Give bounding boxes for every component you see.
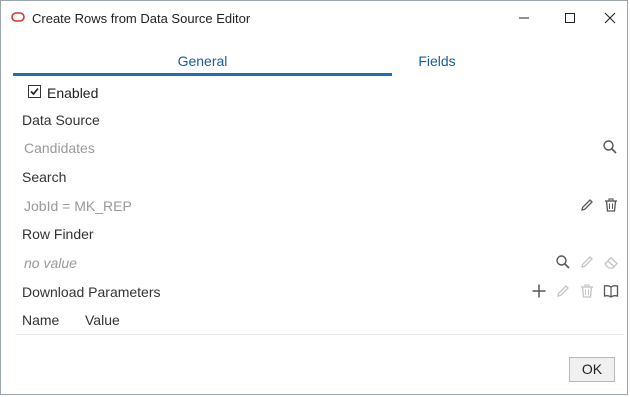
row-finder-label: Row Finder bbox=[22, 226, 94, 242]
dialog-window: Create Rows from Data Source Editor Gene… bbox=[0, 0, 628, 395]
app-logo-icon bbox=[11, 12, 25, 22]
enabled-label: Enabled bbox=[47, 85, 99, 101]
maximize-icon bbox=[565, 13, 575, 23]
delete-trash-icon bbox=[581, 284, 593, 298]
search-icon[interactable] bbox=[555, 254, 571, 270]
title-bar[interactable]: Create Rows from Data Source Editor bbox=[1, 1, 627, 35]
ok-button[interactable]: OK bbox=[569, 357, 615, 382]
edit-pencil-icon bbox=[581, 256, 593, 268]
column-header-value: Value bbox=[85, 312, 120, 328]
column-header-name: Name bbox=[22, 312, 60, 328]
edit-pencil-icon[interactable] bbox=[579, 197, 595, 213]
add-icon[interactable] bbox=[531, 283, 547, 299]
edit-pencil-icon bbox=[557, 285, 569, 297]
open-book-icon[interactable] bbox=[603, 283, 619, 299]
search-value: JobId = MK_REP bbox=[24, 198, 132, 214]
tab-bar: General Fields bbox=[13, 49, 623, 77]
enabled-checkbox[interactable] bbox=[28, 85, 41, 98]
row-finder-value: no value bbox=[24, 255, 77, 271]
download-parameters-label: Download Parameters bbox=[22, 284, 161, 300]
minimize-button[interactable] bbox=[501, 1, 547, 35]
active-tab-indicator bbox=[13, 73, 392, 76]
close-button[interactable] bbox=[587, 1, 630, 35]
checkmark-icon bbox=[30, 87, 39, 96]
data-source-value: Candidates bbox=[24, 140, 95, 156]
window-title: Create Rows from Data Source Editor bbox=[32, 11, 251, 26]
search-label: Search bbox=[22, 169, 67, 185]
table-divider bbox=[17, 334, 623, 335]
tab-fields[interactable]: Fields bbox=[392, 49, 482, 75]
data-source-label: Data Source bbox=[22, 112, 100, 128]
search-icon[interactable] bbox=[602, 139, 618, 155]
tab-general[interactable]: General bbox=[13, 49, 392, 75]
minimize-icon bbox=[519, 17, 529, 19]
delete-trash-icon[interactable] bbox=[603, 197, 619, 213]
eraser-icon bbox=[604, 256, 618, 269]
close-icon bbox=[604, 12, 616, 24]
